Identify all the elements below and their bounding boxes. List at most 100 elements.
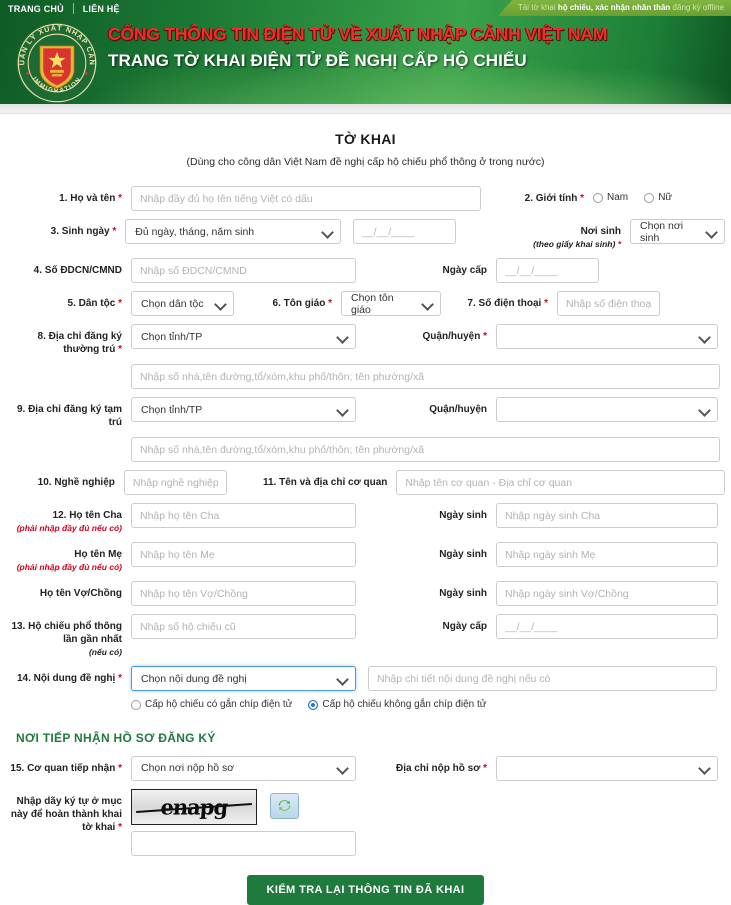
chevron-down-icon [707,227,716,236]
request-select[interactable]: Chọn nội dung đề nghị [131,666,356,691]
site-branding: CỔNG THÔNG TIN ĐIỆN TỬ VỀ XUẤT NHẬP CẢNH… [108,22,607,73]
refresh-icon[interactable] [270,792,300,819]
row-temporary-address: 9. Địa chỉ đăng ký tạm trú Chọn tỉnh/TP … [6,397,725,429]
request-detail-input[interactable] [368,666,717,691]
declaration-sheet: TỜ KHAI (Dùng cho công dân Việt Nam đề n… [0,131,731,905]
idcard-date-input[interactable] [496,258,599,283]
label-birthplace-sub: (theo giấy khai sinh) * [533,239,622,249]
chevron-down-icon [338,763,347,772]
row-mother: Họ tên Mẹ (phải nhập đầy đủ nếu có) Ngày… [6,542,725,573]
label-ethnicity: 5. Dân tộc * [67,298,122,309]
notice-text-bold: hộ chiếu, xác nhận nhân thân [557,3,671,12]
temporary-district-select[interactable] [496,397,718,422]
birthdate-input[interactable] [352,219,456,244]
nav-link-contact[interactable]: LIÊN HỆ [83,4,129,14]
top-navigation: TRANG CHỦ LIÊN HỆ [0,0,129,17]
label-spouse: Họ tên Vợ/Chồng [39,588,122,599]
label-temporary-street [6,437,131,443]
gender-option-male[interactable]: Nam [593,192,628,203]
reception-address-select[interactable] [496,755,718,781]
idcard-input[interactable] [131,258,356,283]
nav-link-home[interactable]: TRANG CHỦ [8,4,73,14]
phone-input[interactable] [557,291,660,316]
verify-declaration-button[interactable]: KIỂM TRA LẠI THÔNG TIN ĐÃ KHAI [246,874,485,905]
label-spouse-dob: Ngày sinh [439,588,487,599]
row-permanent-street [6,364,725,389]
label-father-dob: Ngày sinh [439,510,487,521]
portal-title: CỔNG THÔNG TIN ĐIỆN TỬ VỀ XUẤT NHẬP CẢNH… [108,24,608,44]
immigration-emblem-icon: QUẢN LÝ XUẤT NHẬP CẢNH IMMIGRATION [11,13,100,104]
label-captcha: Nhập dãy ký tự ở mục này để hoàn thành k… [10,795,122,833]
permanent-street-input[interactable] [131,364,720,389]
father-name-input[interactable] [131,503,356,528]
mother-dob-input[interactable] [496,542,718,567]
captcha-block: enapg [131,788,356,856]
birthdate-type-select[interactable]: Đủ ngày, tháng, năm sinh [125,219,341,244]
label-chip-options [6,696,131,702]
reception-section-heading: NƠI TIẾP NHẬN HỒ SƠ ĐĂNG KÝ [16,730,216,745]
temporary-street-input[interactable] [131,437,720,462]
permanent-district-select[interactable] [496,324,718,349]
label-birthdate: 3. Sinh ngày * [50,226,117,237]
site-header: TRANG CHỦ LIÊN HỆ Tải tờ khai hộ chiếu, … [0,0,731,104]
declaration-subtitle: (Dùng cho công dân Việt Nam đề nghị cấp … [186,156,545,168]
notice-text-pre: Tải tờ khai [517,3,558,12]
ethnicity-select[interactable]: Chọn dân tộc [131,291,234,316]
row-birth: 3. Sinh ngày * Đủ ngày, tháng, năm sinh … [6,219,725,250]
required-mark: * [118,344,122,355]
required-mark: * [328,298,332,309]
workplace-input[interactable] [396,470,725,495]
temporary-province-select[interactable]: Chọn tỉnh/TP [131,397,356,422]
chevron-down-icon [700,763,709,772]
radio-dot [131,699,141,710]
old-passport-input[interactable] [131,614,356,639]
required-mark: * [118,298,122,309]
nav-divider [72,3,74,14]
father-dob-input[interactable] [496,503,718,528]
chip-option-with-chip[interactable]: Cấp hộ chiếu có gắn chíp điện tử [131,699,292,710]
label-permanent-district: Quận/huyện * [422,331,487,342]
row-permanent-address: 8. Địa chỉ đăng ký thường trú * Chọn tỉn… [6,324,725,356]
fullname-input[interactable] [131,186,481,211]
birthplace-value: Chọn nơi sinh [640,219,684,244]
permanent-province-select[interactable]: Chọn tỉnh/TP [131,324,356,349]
permanent-province-value: Chọn tỉnh/TP [141,330,203,343]
gender-option-female[interactable]: Nữ [644,192,672,203]
reception-agency-select[interactable]: Chọn nơi nộp hồ sơ [131,755,356,781]
job-input[interactable] [123,470,227,495]
chip-option-without-chip-label: Cấp hộ chiếu không gắn chíp điện tử [322,699,487,710]
spouse-dob-input[interactable] [496,581,718,606]
offline-download-notice[interactable]: Tải tờ khai hộ chiếu, xác nhận nhân thân… [497,0,731,16]
religion-select[interactable]: Chọn tôn giáo [341,291,441,316]
label-fullname: 1. Họ và tên * [59,193,122,204]
required-mark: * [544,298,548,309]
chevron-down-icon [338,674,347,683]
reception-agency-value: Chọn nơi nộp hồ sơ [141,762,235,774]
label-phone: 7. Số điện thoại * [467,298,548,309]
label-permanent-street [6,364,131,370]
label-mother-sub: (phải nhập đầy đủ nếu có) [16,562,122,572]
label-reception-agency: 15. Cơ quan tiếp nhận * [10,762,122,774]
birthplace-select[interactable]: Chọn nơi sinh [630,219,725,244]
chevron-down-icon [338,332,347,341]
label-old-passport-sub: (nếu có) [88,647,122,657]
label-temporary-district: Quận/huyện [429,404,487,415]
required-mark: * [580,193,584,204]
chip-radio-group: Cấp hộ chiếu có gắn chíp điện tử Cấp hộ … [131,696,499,713]
birthdate-type-value: Đủ ngày, tháng, năm sinh [135,225,255,238]
required-mark: * [118,762,122,774]
old-passport-issue-input[interactable] [496,614,718,639]
spouse-name-input[interactable] [131,581,356,606]
chevron-down-icon [423,299,432,308]
label-temporary-address: 9. Địa chỉ đăng ký tạm trú [16,404,122,428]
gender-option-female-label: Nữ [658,192,673,203]
required-mark: * [118,673,122,684]
captcha-input[interactable] [131,830,356,856]
chevron-down-icon [323,227,332,236]
row-chip-options: Cấp hộ chiếu có gắn chíp điện tử Cấp hộ … [6,696,725,713]
religion-value: Chọn tôn giáo [351,291,394,316]
mother-name-input[interactable] [131,542,356,567]
chip-option-without-chip[interactable]: Cấp hộ chiếu không gắn chíp điện tử [308,699,486,710]
page-title: TRANG TỜ KHAI ĐIỆN TỬ ĐỀ NGHỊ CẤP HỘ CHI… [108,51,527,70]
row-reception-agency: 15. Cơ quan tiếp nhận * Chọn nơi nộp hồ … [6,755,725,781]
